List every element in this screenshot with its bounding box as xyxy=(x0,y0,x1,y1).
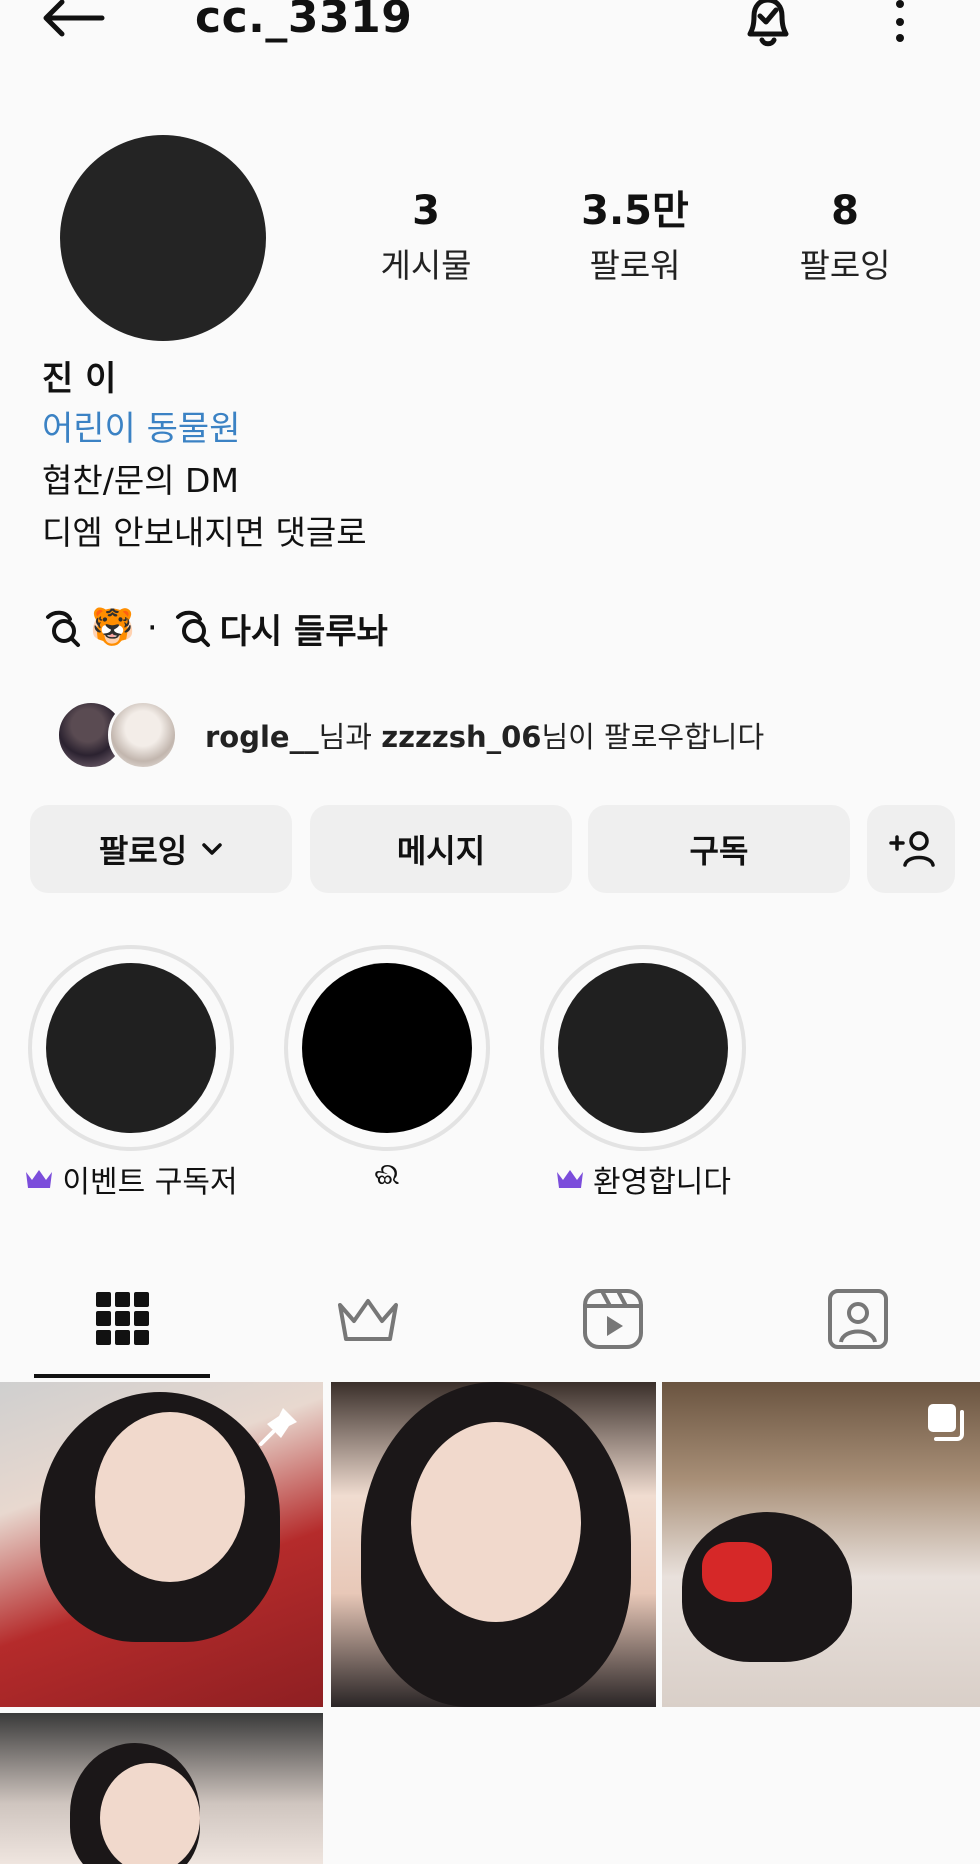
posts-count: 3 xyxy=(412,188,440,234)
following-label: 팔로잉 xyxy=(799,246,891,285)
highlight-ring xyxy=(284,945,490,1151)
display-name: 진 이 xyxy=(42,359,117,399)
add-user-icon xyxy=(889,831,935,867)
followed-by-row[interactable]: rogle__님과 zzzzsh_06님이 팔로우합니다 xyxy=(56,700,936,770)
tagged-icon xyxy=(827,1289,888,1349)
chevron-down-icon xyxy=(202,843,222,855)
connector-text: 님과 xyxy=(318,720,382,754)
arrow-left-icon xyxy=(43,0,105,37)
following-button[interactable]: 팔로잉 xyxy=(30,805,292,893)
message-button[interactable]: 메시지 xyxy=(310,805,572,893)
profile-username: cc._3319 xyxy=(195,0,413,43)
bell-check-icon xyxy=(747,0,789,47)
post-thumbnail[interactable] xyxy=(662,1382,980,1707)
crown-icon xyxy=(337,1299,398,1341)
top-bar: cc._3319 xyxy=(0,0,980,60)
tiger-emoji: 🐯 xyxy=(90,607,135,648)
photo-detail xyxy=(100,1763,200,1864)
followers-label: 팔로워 xyxy=(589,246,681,285)
tab-tagged[interactable] xyxy=(735,1260,980,1378)
highlight-ring xyxy=(540,945,746,1151)
highlight-label-text: ଈ xyxy=(374,1157,400,1192)
notifications-button[interactable] xyxy=(738,0,798,50)
post-thumbnail[interactable] xyxy=(0,1713,323,1864)
multiple-photos-icon xyxy=(928,1404,964,1441)
avatar xyxy=(108,700,178,770)
highlight-label-text: 환영합니다 xyxy=(593,1165,731,1200)
photo-detail xyxy=(702,1542,772,1602)
highlight-cover xyxy=(302,963,472,1133)
crown-icon xyxy=(557,1170,583,1188)
bio-line-1: 협찬/문의 DM xyxy=(42,461,239,500)
threads-icon xyxy=(46,610,80,647)
profile-bio: 진 이 어린이 동물원 협찬/문의 DM 디엠 안보내지면 댓글로 xyxy=(42,355,742,559)
profile-avatar[interactable] xyxy=(60,135,266,341)
highlight-ring xyxy=(28,945,234,1151)
subscribe-button[interactable]: 구독 xyxy=(588,805,850,893)
message-button-label: 메시지 xyxy=(396,832,486,870)
tab-subscriber-content[interactable] xyxy=(245,1260,490,1378)
reels-icon xyxy=(582,1289,643,1349)
subscribe-button-label: 구독 xyxy=(689,832,749,870)
mutual-user-2: zzzzsh_06 xyxy=(381,720,542,754)
post-thumbnail[interactable] xyxy=(331,1382,656,1707)
story-highlight[interactable]: ଈ xyxy=(284,945,490,1192)
post-thumbnail[interactable] xyxy=(0,1382,323,1707)
threads-icon xyxy=(175,610,210,647)
more-options-button[interactable] xyxy=(888,0,912,44)
followers-count: 3.5만 xyxy=(581,188,689,234)
highlight-label: ଈ xyxy=(244,1157,530,1192)
separator-dot: · xyxy=(146,608,158,648)
threads-text: 다시 들루놔 xyxy=(219,611,388,652)
add-user-button[interactable] xyxy=(867,805,955,893)
stat-following[interactable]: 8 팔로잉 xyxy=(755,188,935,286)
stat-followers[interactable]: 3.5만 팔로워 xyxy=(545,188,725,286)
highlight-label: 이벤트 구독저 xyxy=(0,1157,274,1201)
crown-icon xyxy=(26,1170,53,1188)
active-tab-indicator xyxy=(34,1374,210,1378)
tab-reels[interactable] xyxy=(490,1260,735,1378)
suffix-text: 님이 팔로우합니다 xyxy=(541,720,765,754)
profile-tabs xyxy=(0,1260,980,1378)
posts-grid xyxy=(0,1382,980,1864)
bio-line-2: 디엠 안보내지면 댓글로 xyxy=(42,513,367,552)
photo-detail xyxy=(95,1412,245,1582)
highlight-label-text: 이벤트 구독저 xyxy=(62,1165,238,1200)
highlight-label: 환영합니다 xyxy=(500,1157,786,1201)
highlight-cover xyxy=(558,963,728,1133)
photo-detail xyxy=(411,1422,581,1622)
mutual-avatars xyxy=(56,700,181,770)
tab-grid[interactable] xyxy=(0,1260,245,1378)
grid-icon xyxy=(95,1292,149,1345)
posts-label: 게시물 xyxy=(380,246,472,285)
story-highlight[interactable]: 이벤트 구독저 xyxy=(26,945,238,1200)
stat-posts[interactable]: 3 게시물 xyxy=(336,188,516,286)
followed-by-text: rogle__님과 zzzzsh_06님이 팔로우합니다 xyxy=(205,714,764,756)
following-count: 8 xyxy=(831,188,859,234)
back-button[interactable] xyxy=(38,0,108,44)
threads-link-row[interactable]: 🐯 · 다시 들루놔 xyxy=(40,600,388,656)
highlight-cover xyxy=(46,963,216,1133)
mutual-user-1: rogle__ xyxy=(205,720,319,754)
following-button-label: 팔로잉 xyxy=(98,832,188,870)
category-link[interactable]: 어린이 동물원 xyxy=(42,403,742,455)
pin-icon xyxy=(259,1408,297,1446)
more-vertical-icon xyxy=(896,0,904,42)
story-highlight[interactable]: 환영합니다 xyxy=(540,945,746,1200)
